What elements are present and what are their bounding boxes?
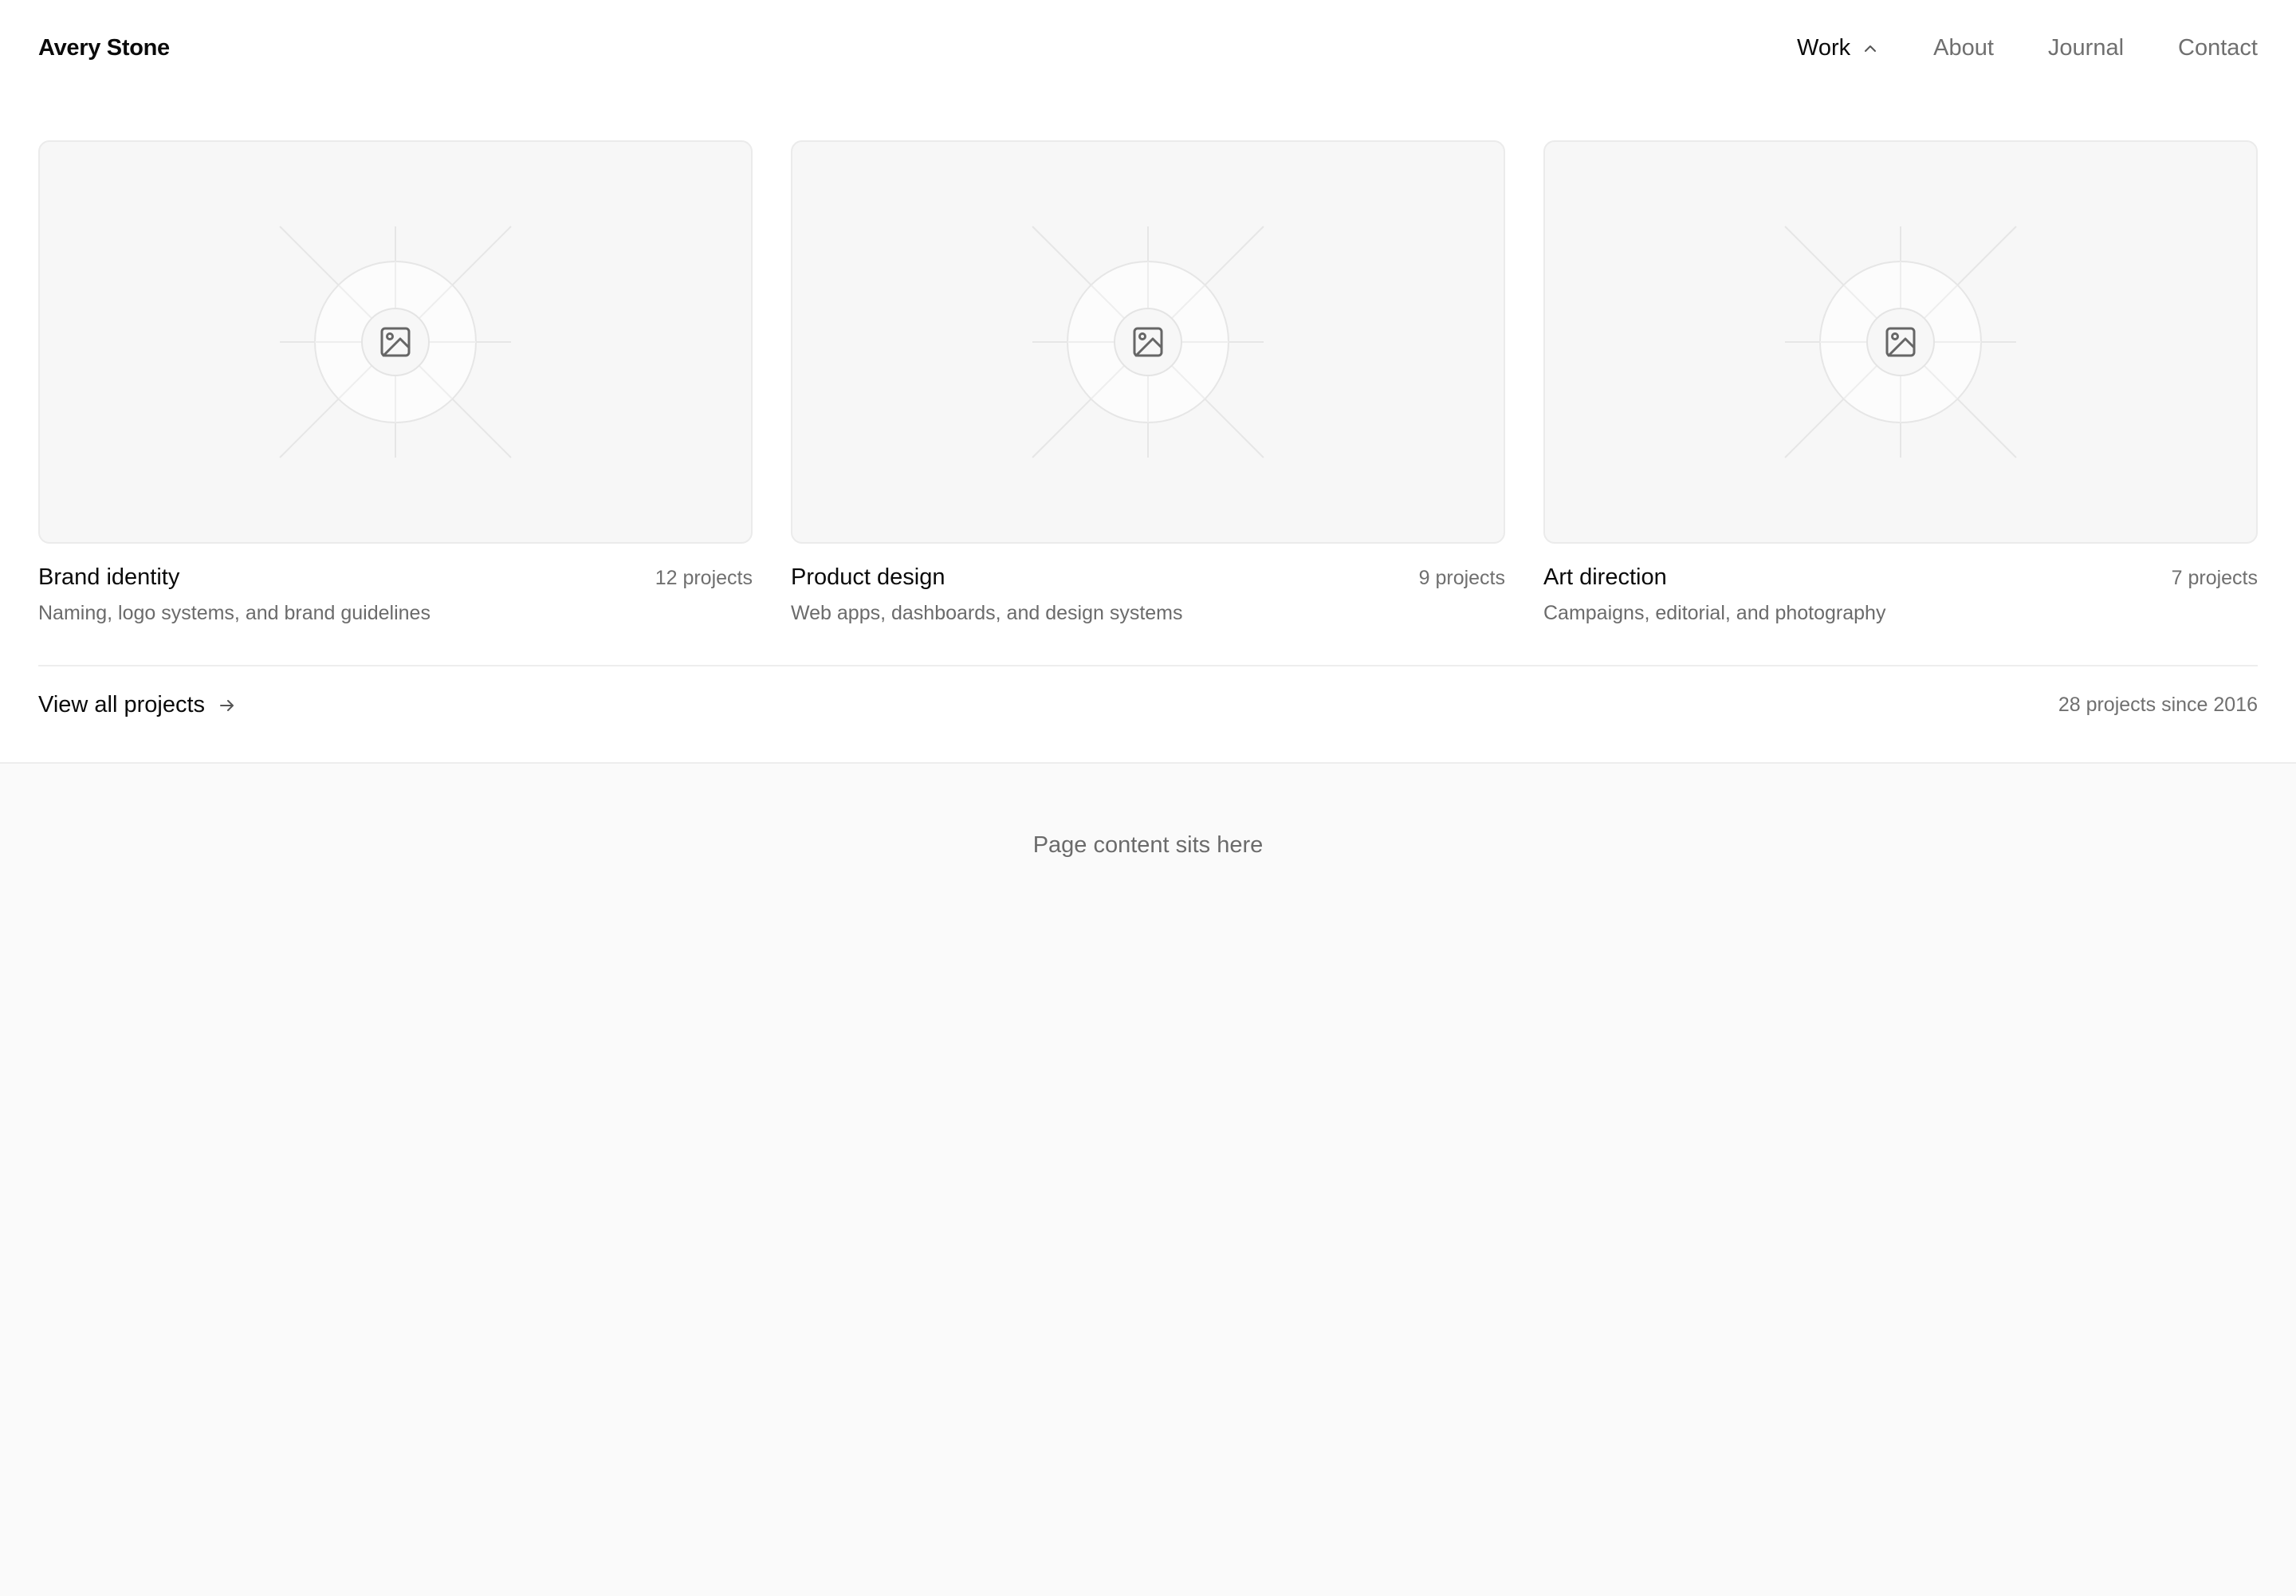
project-count: 9 projects [1418, 567, 1505, 589]
work-dropdown-panel: Avery Stone Work About Journal Contact B… [0, 0, 2296, 764]
nav-item-about[interactable]: About [1933, 35, 1994, 61]
card-thumbnail [791, 140, 1505, 544]
image-placeholder-graphic [1784, 226, 2017, 458]
category-card-product-design[interactable]: Product design 9 projects Web apps, dash… [791, 140, 1505, 625]
card-description: Web apps, dashboards, and design systems [791, 602, 1183, 624]
nav-item-contact[interactable]: Contact [2178, 35, 2258, 61]
card-description: Campaigns, editorial, and photography [1543, 602, 1886, 624]
main-nav: Work About Journal Contact [1797, 35, 2258, 61]
nav-item-label: About [1933, 35, 1994, 61]
project-count: 12 projects [655, 567, 753, 589]
nav-item-label: Work [1796, 35, 1851, 61]
projects-summary: 28 projects since 2016 [2058, 694, 2258, 716]
card-title: Art direction [1543, 564, 1667, 590]
image-placeholder-graphic [1032, 226, 1264, 458]
project-count: 7 projects [2171, 567, 2258, 589]
category-card-brand-identity[interactable]: Brand identity 12 projects Naming, logo … [38, 140, 753, 625]
card-description: Naming, logo systems, and brand guidelin… [38, 602, 431, 624]
category-card-art-direction[interactable]: Art direction 7 projects Campaigns, edit… [1543, 140, 2258, 625]
site-logo[interactable]: Avery Stone [38, 35, 170, 61]
arrow-right-icon [218, 696, 237, 715]
nav-item-label: Contact [2178, 35, 2258, 61]
page-content-placeholder: Page content sits here [1032, 832, 1264, 858]
card-title: Product design [791, 564, 946, 590]
card-title: Brand identity [38, 564, 180, 590]
nav-item-work[interactable]: Work [1797, 35, 1879, 61]
card-thumbnail [38, 140, 753, 544]
view-all-label: View all projects [38, 692, 206, 717]
divider [38, 665, 2258, 666]
nav-item-label: Journal [2047, 35, 2125, 61]
dropdown-footer: View all projects 28 projects since 2016 [38, 692, 2258, 718]
nav-item-journal[interactable]: Journal [2048, 35, 2124, 61]
work-categories: Brand identity 12 projects Naming, logo … [38, 140, 2258, 625]
view-all-projects-link[interactable]: View all projects [38, 692, 237, 718]
card-thumbnail [1543, 140, 2258, 544]
chevron-up-icon [1862, 40, 1879, 57]
image-placeholder-graphic [279, 226, 512, 458]
